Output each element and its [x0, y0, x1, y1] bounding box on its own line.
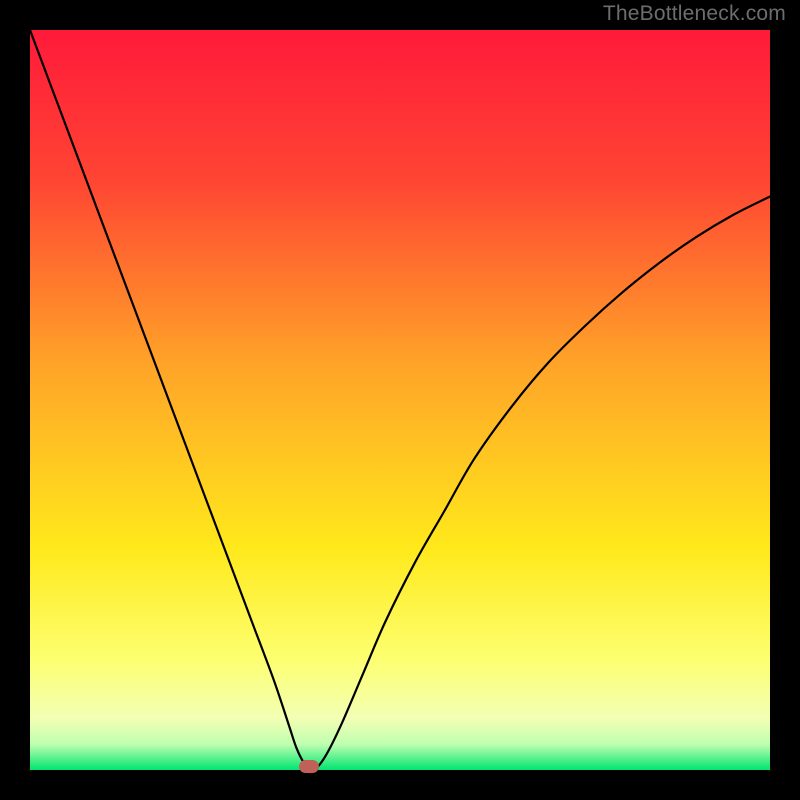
optimal-point-marker	[299, 760, 319, 773]
bottleneck-chart	[30, 30, 770, 770]
watermark-text: TheBottleneck.com	[603, 2, 786, 26]
chart-frame: TheBottleneck.com	[0, 0, 800, 800]
gradient-background	[30, 30, 770, 770]
